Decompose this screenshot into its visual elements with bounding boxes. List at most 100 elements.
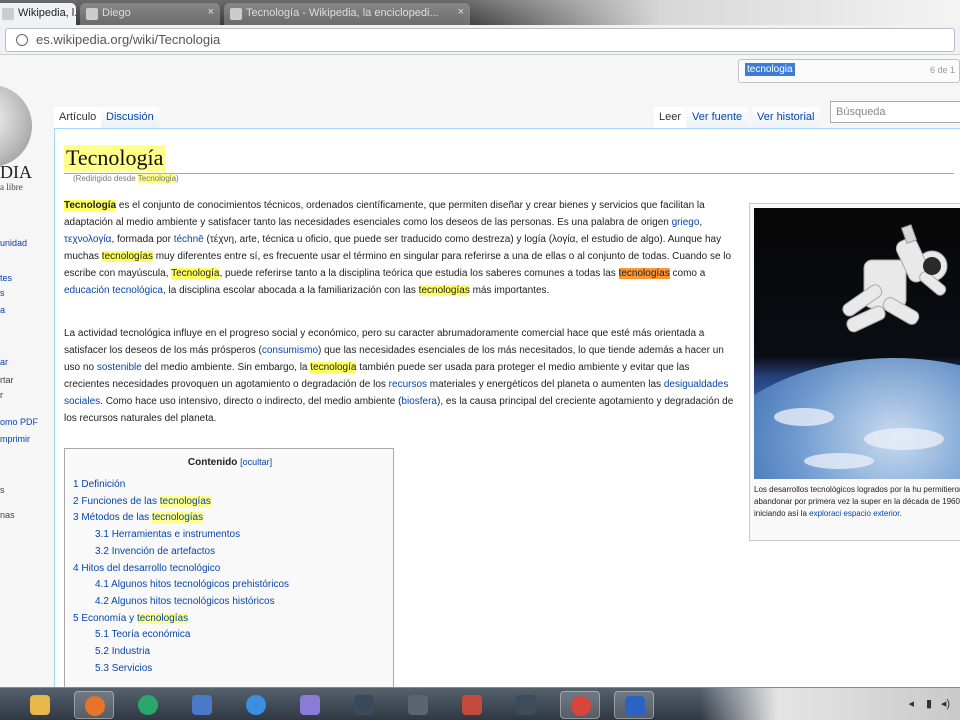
astronaut-spacewalk-image[interactable] xyxy=(754,208,960,479)
article-link[interactable]: biosfera xyxy=(401,396,437,407)
tray-network-icon[interactable]: ▮ xyxy=(926,697,932,710)
taskbar-button[interactable] xyxy=(614,691,654,719)
article-link[interactable]: sostenible xyxy=(97,362,142,373)
toc-item[interactable]: 5.3 Servicios xyxy=(95,663,152,674)
browser-tab-diego[interactable]: Diego × xyxy=(80,3,220,25)
astronaut-figure-icon xyxy=(842,224,948,333)
toc-number: 5.3 xyxy=(95,662,112,674)
toc-number: 4.1 xyxy=(95,579,112,591)
firefox-icon xyxy=(85,696,105,716)
article-link[interactable]: educación tecnológica xyxy=(64,285,163,296)
chrome-icon xyxy=(571,696,591,716)
text-run: del medio ambiente. Sin embargo, la xyxy=(141,362,311,373)
tray-arrow-icon[interactable]: ◂ xyxy=(908,697,914,710)
toc-item[interactable]: 5.2 Industria xyxy=(95,646,150,657)
find-in-page-bar[interactable]: tecnologia 6 de 1 xyxy=(738,59,960,83)
sidebar-item[interactable]: mprimir xyxy=(0,434,30,444)
browser-tab-wikipedia[interactable]: Wikipedia, l... xyxy=(0,3,76,25)
wikipedia-wordmark[interactable]: DIA xyxy=(0,162,32,183)
current-search-highlight: tecnologías xyxy=(618,268,670,279)
tab-discussion[interactable]: Discusión xyxy=(101,107,159,129)
article-link[interactable]: recursos xyxy=(389,379,427,390)
taskbar-button[interactable] xyxy=(20,691,60,719)
taskbar-button[interactable] xyxy=(74,691,114,719)
sidebar-item: nas xyxy=(0,510,15,520)
toc-item[interactable]: 5 Economía y tecnologías xyxy=(73,612,189,624)
text-run: como a xyxy=(669,268,706,279)
toc-item[interactable]: 4.2 Algunos hitos tecnológicos histórico… xyxy=(95,596,275,607)
browser-tab-tecnologia[interactable]: Tecnología - Wikipedia, la enciclopedi..… xyxy=(224,3,470,25)
steam-icon xyxy=(354,695,374,715)
toc-label: Definición xyxy=(81,479,126,490)
sidebar-item[interactable]: a xyxy=(0,305,5,315)
toc-label: Industria xyxy=(111,646,151,657)
text-run: más importantes. xyxy=(469,285,550,296)
taskbar-button[interactable] xyxy=(236,691,276,719)
sidebar-item[interactable]: s xyxy=(0,288,5,298)
sidebar-item[interactable]: tes xyxy=(0,273,12,283)
article-content: Tecnología (Redirigido desde Tecnologia)… xyxy=(54,128,960,687)
search-highlight: tecnologías xyxy=(136,612,189,624)
taskbar-button[interactable] xyxy=(398,691,438,719)
toc-item[interactable]: 4.1 Algunos hitos tecnológicos prehistór… xyxy=(95,579,289,590)
tab-view-source[interactable]: Ver fuente xyxy=(687,107,748,129)
cloud-shape xyxy=(864,428,944,450)
text-run: . Como hace uso intensivo, directo o ind… xyxy=(100,396,402,407)
toc-number: 3.2 xyxy=(95,545,112,557)
tab-label: Tecnología - Wikipedia, la enciclopedi..… xyxy=(246,7,439,19)
search-highlight: tecnología xyxy=(310,362,357,373)
tab-article[interactable]: Artículo xyxy=(54,107,102,129)
toc-item[interactable]: 3.1 Herramientas e instrumentos xyxy=(95,529,240,540)
redirect-term[interactable]: Tecnologia xyxy=(137,174,177,183)
taskbar-button[interactable] xyxy=(182,691,222,719)
taskbar-button[interactable] xyxy=(452,691,492,719)
tab-label: Diego xyxy=(102,7,131,19)
find-query[interactable]: tecnologia xyxy=(745,63,795,76)
sidebar-item: s xyxy=(0,485,5,495)
toc-item[interactable]: 3 Métodos de las tecnologías xyxy=(73,512,204,524)
title-divider xyxy=(64,173,954,174)
tray-volume-icon[interactable]: ◂) xyxy=(941,697,950,710)
thumbnail-figure: Los desarrollos tecnológicos logrados po… xyxy=(749,203,960,541)
toc-item[interactable]: 5.1 Teoría económica xyxy=(95,629,190,640)
sidebar-item[interactable]: omo PDF xyxy=(0,417,38,427)
taskbar-button[interactable] xyxy=(128,691,168,719)
article-link[interactable]: exploraci espacio exterior xyxy=(809,509,899,518)
browser-tab-strip: Wikipedia, l... Diego × Tecnología - Wik… xyxy=(0,0,960,25)
taskbar-button[interactable] xyxy=(344,691,384,719)
article-link[interactable]: griego xyxy=(672,217,700,228)
article-link[interactable]: τεχνολογία xyxy=(64,234,111,245)
desktop-background-strip xyxy=(460,0,960,25)
taskbar-button[interactable] xyxy=(560,691,600,719)
text-run: . xyxy=(899,509,902,518)
toc-label: Algunos hitos tecnológicos históricos xyxy=(111,595,275,607)
wiki-search-input[interactable]: Búsqueda xyxy=(830,101,960,123)
toc-item[interactable]: 3.2 Invención de artefactos xyxy=(95,546,215,557)
tab-close-icon[interactable]: × xyxy=(208,6,214,18)
table-of-contents: Contenido [ocultar] 1 Definición 2 Funcio… xyxy=(64,448,394,687)
explorer-folder-icon xyxy=(30,695,50,715)
page-info-icon[interactable] xyxy=(16,34,28,46)
toc-label: Hitos del desarrollo tecnológico xyxy=(81,562,221,574)
tab-read[interactable]: Leer xyxy=(654,107,687,129)
toc-label: Teoría económica xyxy=(111,629,191,641)
tab-view-history[interactable]: Ver historial xyxy=(752,107,820,129)
taskbar-button[interactable] xyxy=(506,691,546,719)
wikipedia-globe-logo-icon[interactable] xyxy=(0,85,32,167)
tab-label: Wikipedia, l... xyxy=(18,7,76,19)
sidebar-item[interactable]: ar xyxy=(0,357,8,367)
search-highlight: tecnologías xyxy=(101,251,153,262)
taskbar-button[interactable] xyxy=(290,691,330,719)
toc-item[interactable]: 1 Definición xyxy=(73,479,125,490)
toc-item[interactable]: 2 Funciones de las tecnologías xyxy=(73,495,211,507)
article-link[interactable]: consumismo xyxy=(262,345,318,356)
toc-label: Funciones de las xyxy=(81,495,160,507)
cloud-shape xyxy=(804,453,874,469)
sidebar-item[interactable]: r xyxy=(0,390,3,400)
text-run: , formada por xyxy=(111,234,174,245)
toc-item[interactable]: 4 Hitos del desarrollo tecnológico xyxy=(73,563,220,574)
toc-toggle-link[interactable]: [ocultar] xyxy=(240,457,272,467)
article-link[interactable]: téchnē xyxy=(174,234,204,245)
sidebar-item[interactable]: unidad xyxy=(0,238,27,248)
address-bar[interactable]: es.wikipedia.org/wiki/Tecnologia xyxy=(5,28,955,52)
